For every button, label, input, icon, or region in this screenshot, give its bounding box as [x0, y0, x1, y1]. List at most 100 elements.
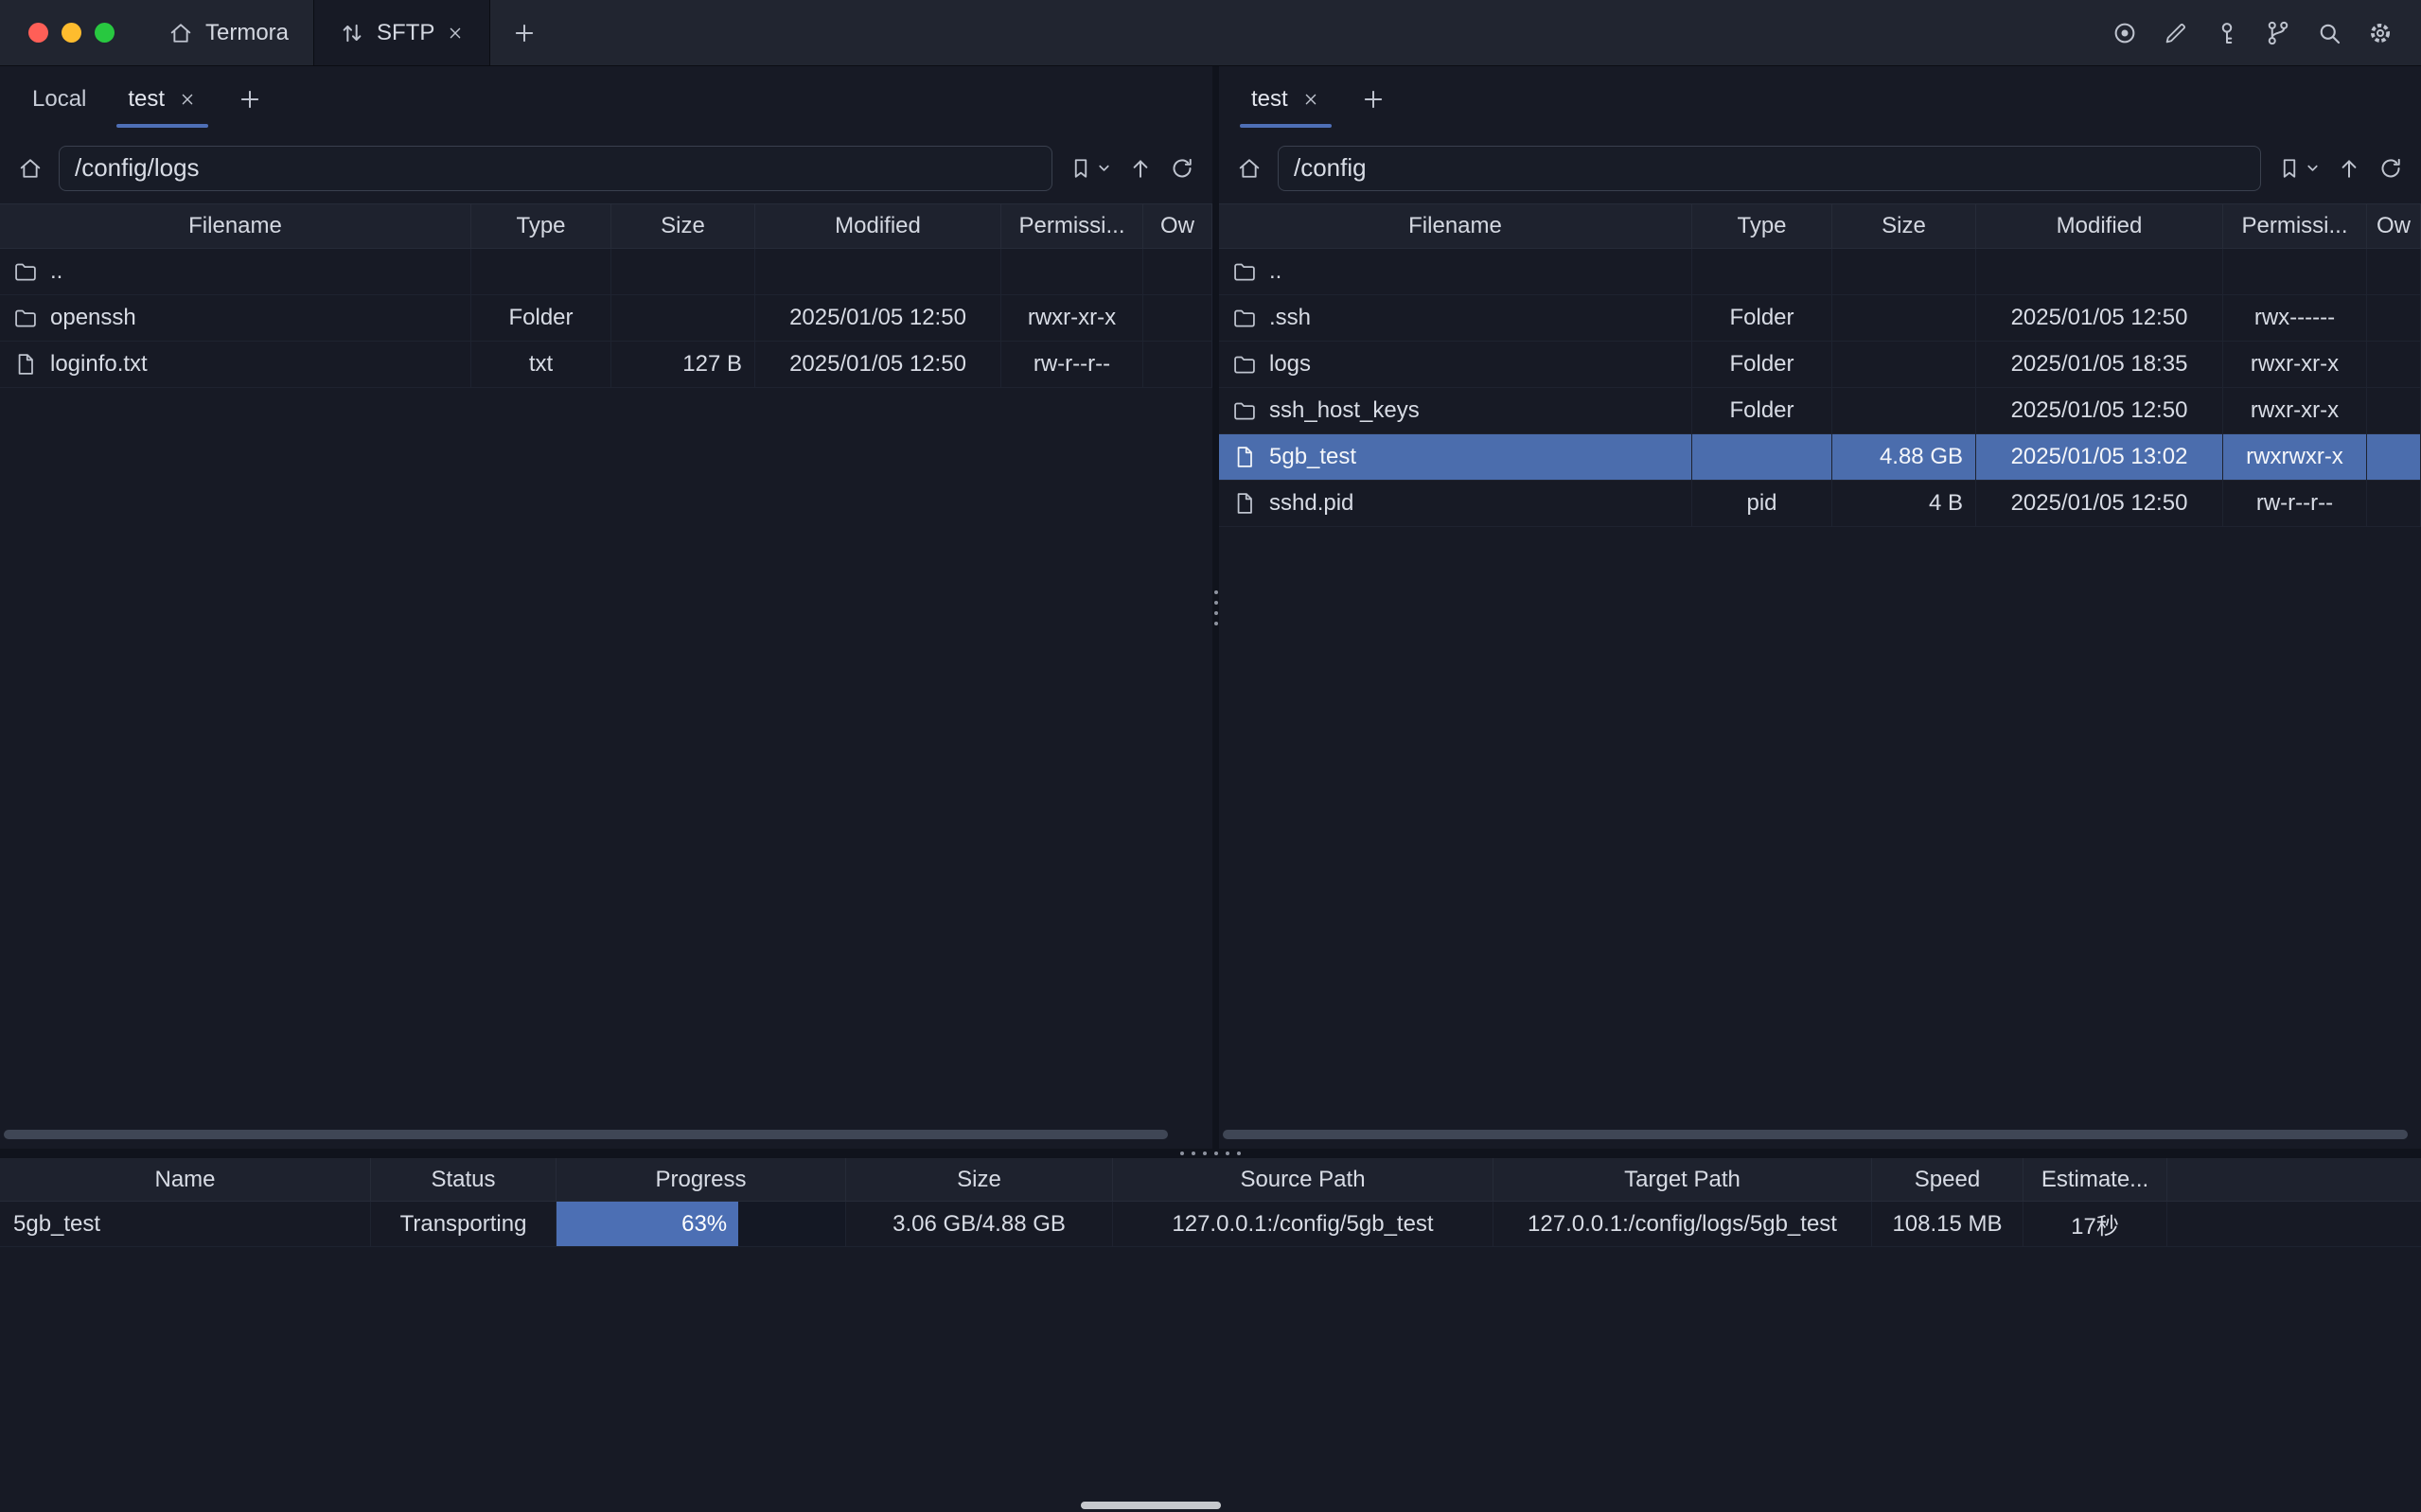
file-type: pid: [1692, 481, 1832, 526]
column-header-permissions[interactable]: Permissi...: [2223, 204, 2367, 248]
column-header-type[interactable]: Type: [1692, 204, 1832, 248]
scrollbar-thumb[interactable]: [1223, 1130, 2408, 1139]
right-file-pane: test Filename Type Size Modif: [1219, 66, 2421, 1149]
transfer-progress-cell: 63%: [557, 1202, 846, 1246]
file-row[interactable]: sshd.pid pid 4 B 2025/01/05 12:50 rw-r--…: [1219, 481, 2421, 527]
tab-termora[interactable]: Termora: [143, 0, 313, 65]
file-row[interactable]: loginfo.txt txt 127 B 2025/01/05 12:50 r…: [0, 342, 1212, 388]
pane-splitter[interactable]: [1212, 66, 1219, 1149]
file-size: [1832, 295, 1976, 341]
edit-icon[interactable]: [2162, 19, 2190, 47]
column-header-size[interactable]: Size: [611, 204, 755, 248]
parent-directory-button[interactable]: [2336, 155, 2362, 182]
column-header-permissions[interactable]: Permissi...: [1001, 204, 1143, 248]
sftp-split-view: Local test Filename: [0, 66, 2421, 1149]
settings-gear-icon[interactable]: [2366, 19, 2394, 47]
transfer-row[interactable]: 5gb_test Transporting 63% 3.06 GB/4.88 G…: [0, 1202, 2421, 1247]
file-icon: [12, 351, 39, 378]
key-icon[interactable]: [2213, 19, 2241, 47]
close-window-button[interactable]: [28, 23, 48, 43]
scrollbar-thumb[interactable]: [4, 1130, 1168, 1139]
file-permissions: [1001, 249, 1143, 294]
left-tab-local[interactable]: Local: [11, 66, 107, 132]
column-header-owner[interactable]: Ow: [2367, 204, 2421, 248]
column-header-owner[interactable]: Ow: [1143, 204, 1212, 248]
file-size: 4 B: [1832, 481, 1976, 526]
close-icon[interactable]: [178, 90, 197, 109]
file-row[interactable]: .ssh Folder 2025/01/05 12:50 rwx------: [1219, 295, 2421, 342]
column-header-target-path[interactable]: Target Path: [1493, 1158, 1872, 1201]
right-new-tab-button[interactable]: [1341, 86, 1405, 113]
column-header-size[interactable]: Size: [1832, 204, 1976, 248]
plus-icon: [1360, 86, 1387, 113]
right-table-header: Filename Type Size Modified Permissi... …: [1219, 203, 2421, 249]
search-icon[interactable]: [2315, 19, 2343, 47]
folder-icon: [12, 305, 39, 331]
chevron-down-icon: [1096, 160, 1112, 176]
column-header-type[interactable]: Type: [471, 204, 611, 248]
file-size: [611, 295, 755, 341]
file-type: [471, 249, 611, 294]
branch-icon[interactable]: [2264, 19, 2292, 47]
file-type: Folder: [1692, 342, 1832, 387]
left-path-input[interactable]: [59, 146, 1052, 191]
file-owner: [2367, 481, 2421, 526]
file-modified: 2025/01/05 12:50: [1976, 295, 2223, 341]
file-size: [611, 249, 755, 294]
transfer-horizontal-scrollbar-thumb[interactable]: [1081, 1502, 1221, 1509]
column-header-filename[interactable]: Filename: [0, 204, 471, 248]
progress-bar: 63%: [557, 1202, 738, 1246]
right-path-input[interactable]: [1278, 146, 2261, 191]
column-header-name[interactable]: Name: [0, 1158, 371, 1201]
file-owner: [2367, 388, 2421, 433]
record-icon[interactable]: [2111, 19, 2139, 47]
new-tab-button[interactable]: [490, 0, 558, 65]
titlebar-actions: [2111, 0, 2421, 65]
file-icon: [1231, 490, 1258, 517]
refresh-button[interactable]: [1169, 155, 1195, 182]
column-header-filler: [2167, 1158, 2421, 1201]
column-header-estimate[interactable]: Estimate...: [2023, 1158, 2167, 1201]
bookmark-button[interactable]: [2276, 155, 2321, 182]
left-new-tab-button[interactable]: [218, 86, 282, 113]
right-pane-tabs: test: [1219, 66, 2421, 132]
file-row-selected[interactable]: 5gb_test 4.88 GB 2025/01/05 13:02 rwxrwx…: [1219, 434, 2421, 481]
left-table-header: Filename Type Size Modified Permissi... …: [0, 203, 1212, 249]
transfer-panel: Name Status Progress Size Source Path Ta…: [0, 1158, 2421, 1512]
column-header-modified[interactable]: Modified: [1976, 204, 2223, 248]
transfer-name: 5gb_test: [0, 1202, 371, 1246]
transfer-panel-splitter[interactable]: [0, 1149, 2421, 1158]
minimize-window-button[interactable]: [62, 23, 81, 43]
column-header-speed[interactable]: Speed: [1872, 1158, 2023, 1201]
file-row[interactable]: ssh_host_keys Folder 2025/01/05 12:50 rw…: [1219, 388, 2421, 434]
close-icon[interactable]: [446, 24, 465, 43]
right-tab-test[interactable]: test: [1230, 66, 1341, 132]
file-permissions: rwxr-xr-x: [2223, 388, 2367, 433]
column-header-progress[interactable]: Progress: [557, 1158, 846, 1201]
file-permissions: rwx------: [2223, 295, 2367, 341]
home-icon[interactable]: [1236, 155, 1263, 182]
file-size: [1832, 342, 1976, 387]
transfer-filler: [2167, 1202, 2421, 1246]
close-icon[interactable]: [1301, 90, 1320, 109]
parent-directory-button[interactable]: [1127, 155, 1154, 182]
zoom-window-button[interactable]: [95, 23, 115, 43]
file-modified: 2025/01/05 13:02: [1976, 434, 2223, 480]
refresh-button[interactable]: [2377, 155, 2404, 182]
file-row[interactable]: openssh Folder 2025/01/05 12:50 rwxr-xr-…: [0, 295, 1212, 342]
home-icon[interactable]: [17, 155, 44, 182]
left-tab-test[interactable]: test: [107, 66, 218, 132]
folder-icon: [1231, 397, 1258, 424]
bookmark-button[interactable]: [1068, 155, 1112, 182]
column-header-source-path[interactable]: Source Path: [1113, 1158, 1493, 1201]
column-header-status[interactable]: Status: [371, 1158, 557, 1201]
column-header-filename[interactable]: Filename: [1219, 204, 1692, 248]
file-row[interactable]: logs Folder 2025/01/05 18:35 rwxr-xr-x: [1219, 342, 2421, 388]
file-row[interactable]: ..: [0, 249, 1212, 295]
file-row[interactable]: ..: [1219, 249, 2421, 295]
column-header-size[interactable]: Size: [846, 1158, 1113, 1201]
transfer-estimate: 17秒: [2023, 1202, 2167, 1246]
filename: ..: [50, 258, 62, 285]
column-header-modified[interactable]: Modified: [755, 204, 1001, 248]
tab-sftp[interactable]: SFTP: [313, 0, 490, 65]
